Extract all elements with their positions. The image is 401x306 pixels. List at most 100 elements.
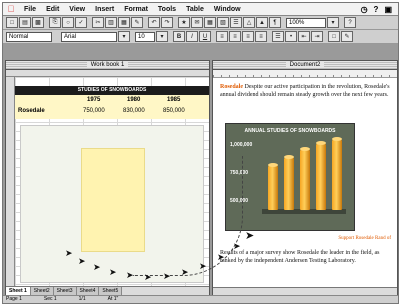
help-icon[interactable]: ?	[374, 5, 379, 14]
row-headers[interactable]	[6, 77, 15, 286]
columns-icon[interactable]: ☰	[230, 17, 242, 28]
year-row: 1975 1980 1985	[15, 95, 209, 104]
highlight-icon[interactable]: ✎	[341, 31, 353, 42]
paragraph-2[interactable]: Results of a major survey show Rosedale …	[220, 249, 394, 265]
column-headers[interactable]	[6, 70, 209, 77]
font-size-select[interactable]: 10	[135, 31, 155, 42]
drag-cursor-icon: ➤	[217, 252, 225, 262]
autoformat-icon[interactable]: ★	[178, 17, 190, 28]
spelling-icon[interactable]: ✓	[75, 17, 87, 28]
status-page: Page 1	[6, 296, 22, 302]
paragraph-1-text: Despite our active participation in the …	[220, 84, 390, 98]
drawing-icon[interactable]: △	[243, 17, 255, 28]
save-icon[interactable]: ▩	[32, 17, 44, 28]
chart-bar-3	[300, 147, 310, 210]
align-right-icon[interactable]: ≡	[242, 31, 254, 42]
status-section: Sec 1	[43, 296, 57, 302]
year-3: 1985	[167, 97, 181, 103]
drag-cursor-icon: ➤	[65, 248, 73, 258]
chart-bar-5	[332, 137, 342, 210]
menu-edit[interactable]: Edit	[41, 6, 64, 13]
sheet-banner: STUDIES OF SNOWBOARDS	[15, 86, 209, 95]
insert-chart-icon[interactable]: ▲	[256, 17, 268, 28]
excel-titlebar[interactable]: Work book 1	[6, 61, 209, 70]
italic-icon[interactable]: I	[186, 31, 198, 42]
drag-cursor-icon: ➤	[163, 271, 171, 281]
style-select[interactable]: Normal	[6, 31, 52, 42]
menu-table[interactable]: Table	[181, 6, 209, 13]
insert-worksheet-icon[interactable]: ▧	[217, 17, 229, 28]
chart-bar-4	[316, 141, 326, 210]
insert-table-icon[interactable]: ▦	[204, 17, 216, 28]
drag-cursor-icon: ➤	[233, 241, 241, 251]
drag-cursor-icon: ➤	[181, 267, 189, 277]
align-center-icon[interactable]: ≡	[229, 31, 241, 42]
format-painter-icon[interactable]: ✎	[131, 17, 143, 28]
formatting-toolbar: Normal Arial ▾ 10 ▾ B I U ≡ ≡ ≡ ≡ ☰ • ⇤ …	[3, 30, 398, 44]
zoom-dropdown-icon[interactable]: ▾	[327, 17, 339, 28]
preview-icon[interactable]: ○	[62, 17, 74, 28]
drag-cursor-icon: ➤	[109, 267, 117, 277]
support-link[interactable]: Support Rosedale Rand of	[338, 236, 391, 241]
menu-file[interactable]: File	[19, 6, 41, 13]
zoom-select[interactable]: 100%	[286, 17, 326, 28]
pointer-cursor-icon: ➤	[245, 230, 255, 242]
decrease-indent-icon[interactable]: ⇤	[298, 31, 310, 42]
numbering-icon[interactable]: ☰	[272, 31, 284, 42]
drag-cursor-icon: ➤	[126, 270, 134, 280]
pasted-chart[interactable]: ANNUAL STUDIES OF SNOWBOARDS 1,000,000 7…	[225, 123, 355, 231]
print-icon[interactable]: ⎘	[49, 17, 61, 28]
help-pointer-icon[interactable]: ?	[344, 17, 356, 28]
show-hide-icon[interactable]: ¶	[269, 17, 281, 28]
menu-window[interactable]: Window	[209, 6, 246, 13]
increase-indent-icon[interactable]: ⇥	[311, 31, 323, 42]
year-1: 1975	[87, 97, 101, 103]
font-dropdown-icon[interactable]: ▾	[118, 31, 130, 42]
value-1: 750,000	[83, 108, 105, 114]
paste-icon[interactable]: ▦	[118, 17, 130, 28]
paragraph-1[interactable]: Rosedale Despite our active participatio…	[220, 83, 394, 99]
row-label: Rosedale	[18, 108, 45, 114]
menu-view[interactable]: View	[64, 6, 90, 13]
value-row: Rosedale 750,000 830,000 850,000	[15, 104, 209, 119]
bullets-icon[interactable]: •	[285, 31, 297, 42]
cut-icon[interactable]: ✂	[92, 17, 104, 28]
chart-bar-2	[284, 155, 294, 210]
excel-title: Work book 1	[86, 62, 129, 68]
font-select[interactable]: Arial	[61, 31, 117, 42]
highlighted-word: Rosedale	[220, 84, 243, 90]
align-left-icon[interactable]: ≡	[216, 31, 228, 42]
menu-format[interactable]: Format	[119, 6, 153, 13]
year-2: 1980	[127, 97, 141, 103]
bold-icon[interactable]: B	[173, 31, 185, 42]
status-position: At 1"	[107, 296, 119, 302]
menu-insert[interactable]: Insert	[90, 6, 119, 13]
clock-icon[interactable]: ◷	[361, 5, 368, 14]
workspace: Work book 1 STUDIES OF SNOWBOARDS 1975 1…	[3, 44, 398, 297]
menu-tools[interactable]: Tools	[153, 6, 181, 13]
drag-cursor-icon: ➤	[93, 262, 101, 272]
size-dropdown-icon[interactable]: ▾	[156, 31, 168, 42]
drag-cursor-icon: ➤	[144, 272, 152, 282]
open-icon[interactable]: ▤	[19, 17, 31, 28]
redo-icon[interactable]: ↷	[161, 17, 173, 28]
standard-toolbar: □ ▤ ▩ ⎘ ○ ✓ ✂ ▥ ▦ ✎ ↶ ↷ ★ ✉ ▦ ▧ ☰ △ ▲ ¶ …	[3, 16, 398, 30]
drag-cursor-icon: ➤	[199, 261, 207, 271]
screen:  File Edit View Insert Format Tools Tab…	[2, 2, 399, 304]
status-bar: Page 1 Sec 1 1/1 At 1"	[3, 295, 398, 303]
tick-1000000: 1,000,000	[230, 142, 253, 148]
underline-icon[interactable]: U	[199, 31, 211, 42]
apple-icon[interactable]: 	[3, 4, 19, 14]
borders-icon[interactable]: □	[328, 31, 340, 42]
app-switcher-icon[interactable]: ▣	[384, 5, 392, 14]
undo-icon[interactable]: ↶	[148, 17, 160, 28]
chart-title: ANNUAL STUDIES OF SNOWBOARDS	[244, 128, 336, 134]
menubar:  File Edit View Insert Format Tools Tab…	[3, 3, 398, 16]
copy-icon[interactable]: ▥	[105, 17, 117, 28]
new-icon[interactable]: □	[6, 17, 18, 28]
status-pages: 1/1	[78, 296, 86, 302]
ruler[interactable]	[213, 70, 397, 78]
word-titlebar[interactable]: Document2	[213, 61, 397, 70]
insert-address-icon[interactable]: ✉	[191, 17, 203, 28]
justify-icon[interactable]: ≡	[255, 31, 267, 42]
